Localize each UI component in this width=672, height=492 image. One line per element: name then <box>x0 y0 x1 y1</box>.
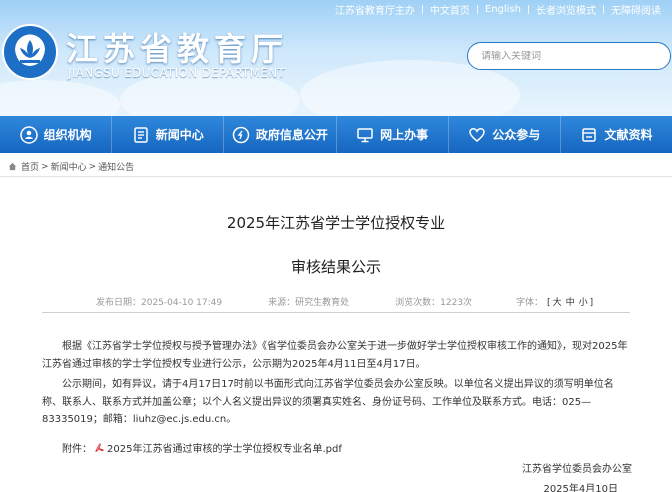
nav-label: 公众参与 <box>492 128 541 142</box>
view-count: 浏览次数：1223次 <box>395 297 473 308</box>
issuer-signature: 江苏省学位委员会办公室 <box>522 464 632 475</box>
department-emblem-icon[interactable] <box>2 24 58 80</box>
nav-label: 政府信息公开 <box>255 128 328 142</box>
nav-label: 网上办事 <box>380 128 429 142</box>
nav-item-gov-info[interactable]: 政府信息公开 <box>224 116 337 153</box>
publish-date: 发布日期：2025-04-10 17:49 <box>96 297 223 308</box>
breadcrumb-home[interactable]: 首页 <box>21 160 39 173</box>
breadcrumb-news[interactable]: 新闻中心 <box>51 160 87 173</box>
cloud-decoration <box>0 80 120 116</box>
breadcrumb-divider <box>0 176 672 177</box>
font-size-control: [大中小] <box>547 297 594 308</box>
site-title[interactable]: 江苏省教育厅 <box>66 24 288 70</box>
news-icon <box>134 126 148 143</box>
font-size-small[interactable]: 小 <box>577 298 590 308</box>
article-title-line2: 审核结果公示 <box>290 258 381 276</box>
breadcrumb-separator: > <box>41 161 49 172</box>
issue-date: 2025年4月10日 <box>543 484 618 492</box>
breadcrumb-notices[interactable]: 通知公告 <box>98 160 134 173</box>
article-meta: 发布日期：2025-04-10 17:49 来源：研究生教育处 浏览次数：122… <box>42 292 630 310</box>
main-navigation: 组织机构 新闻中心 政府信息公开 网上办事 公众参与 文献资料 <box>0 116 672 153</box>
home-icon <box>8 162 17 171</box>
search-box <box>467 42 671 70</box>
document-icon <box>582 127 597 142</box>
breadcrumb-separator: > <box>88 161 97 172</box>
topbar-english-link[interactable]: English <box>478 4 528 15</box>
article-title-line1: 2025年江苏省学士学位授权专业 <box>226 214 446 232</box>
nav-item-online-services[interactable]: 网上办事 <box>337 116 449 153</box>
emblem-flower-icon <box>16 38 44 66</box>
font-size-medium[interactable]: 中 <box>564 298 577 308</box>
heart-icon <box>469 127 486 142</box>
nav-item-public-participation[interactable]: 公众参与 <box>449 116 561 153</box>
pdf-icon <box>95 443 104 452</box>
article-source: 来源：研究生教育处 <box>268 297 350 308</box>
topbar-elderly-mode-link[interactable]: 长者浏览模式 <box>529 2 603 17</box>
monitor-icon <box>357 127 373 142</box>
site-subtitle: JIANGSU EDUCATION DEPARTMENT <box>68 66 286 80</box>
topbar-accessibility-link[interactable]: 无障碍阅读 <box>604 2 668 17</box>
info-icon <box>232 126 250 143</box>
breadcrumb: 首页 > 新闻中心 > 通知公告 <box>8 160 134 173</box>
nav-label: 组织机构 <box>43 128 92 142</box>
attachment-label: 附件： <box>62 444 92 455</box>
site-header: 江苏省教育厅主办 中文首页 English 长者浏览模式 无障碍阅读 江苏省教育… <box>0 0 672 116</box>
attachment: 附件： 2025年江苏省通过审核的学士学位授权专业名单.pdf <box>62 440 342 455</box>
font-size-large[interactable]: 大 <box>551 298 564 308</box>
topbar-chinese-home-link[interactable]: 中文首页 <box>423 2 477 17</box>
font-size-label: 字体： <box>516 297 544 308</box>
meta-divider <box>42 312 630 313</box>
nav-item-news[interactable]: 新闻中心 <box>112 116 225 153</box>
nav-item-organization[interactable]: 组织机构 <box>0 116 113 153</box>
topbar-host: 江苏省教育厅主办 <box>334 5 415 17</box>
attachment-pdf-link[interactable]: 2025年江苏省通过审核的学士学位授权专业名单.pdf <box>107 440 342 455</box>
nav-item-documents[interactable]: 文献资料 <box>561 116 672 153</box>
article-paragraph-2: 公示期间，如有异议，请于4月17日17时前以书面形式向江苏省学位委员会办公室反映… <box>42 379 614 425</box>
article-paragraph-1: 根据《江苏省学士学位授权与授予管理办法》《省学位委员会办公室关于进一步做好学士学… <box>42 341 628 370</box>
org-icon <box>19 125 38 144</box>
nav-label: 文献资料 <box>604 128 653 142</box>
top-utility-bar: 江苏省教育厅主办 中文首页 English 长者浏览模式 无障碍阅读 <box>0 0 672 18</box>
search-input[interactable] <box>481 50 641 62</box>
nav-label: 新闻中心 <box>155 128 204 142</box>
